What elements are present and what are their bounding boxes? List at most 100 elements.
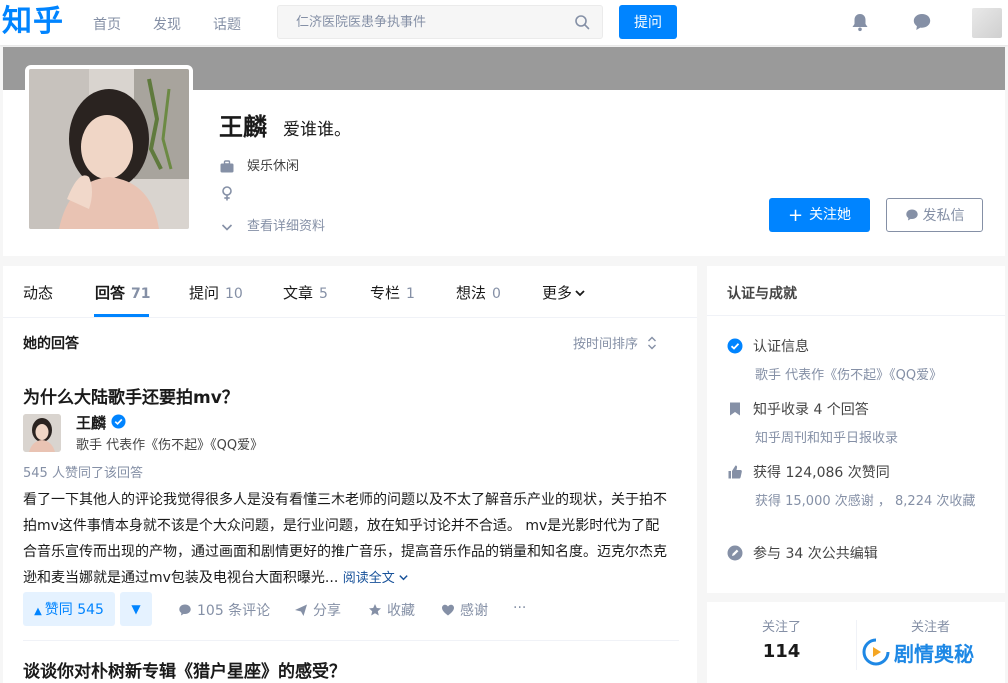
collected-title: 知乎收录 4 个回答 [753, 402, 869, 418]
comment-icon [179, 604, 191, 616]
more-actions-button[interactable]: ··· [513, 600, 526, 616]
following-stat[interactable]: 关注了 114 [707, 602, 856, 683]
achievements-title: 认证与成就 [727, 286, 797, 302]
upvote-label: 赞同 545 [44, 602, 104, 618]
read-more-text: 阅读全文 [342, 571, 395, 586]
nav-home[interactable]: 首页 [93, 14, 121, 34]
message-bubble-icon[interactable] [911, 11, 933, 33]
collect-button[interactable]: 收藏 [368, 600, 415, 620]
message-button[interactable]: 发私信 [886, 198, 983, 232]
thanks-label: 感谢 [460, 603, 488, 619]
verified-detail: 歌手 代表作《伤不起》《QQ爱》 [755, 368, 943, 383]
sort-toggle[interactable]: 按时间排序 [573, 333, 658, 352]
tab-label: 动态 [23, 284, 54, 302]
tab-label: 专栏 [370, 284, 401, 302]
tab-articles[interactable]: 文章 5 [283, 282, 328, 303]
verified-badge-icon [111, 414, 126, 429]
likes-detail: 获得 15,000 次感谢 ， 8,224 次收藏 [755, 494, 976, 509]
nav-topics[interactable]: 话题 [213, 14, 241, 34]
ask-button[interactable]: 提问 [619, 5, 677, 39]
plus-icon: + [787, 205, 804, 226]
likes-title: 获得 124,086 次赞同 [753, 465, 890, 481]
watermark-text: 剧情奥秘 [894, 641, 974, 666]
author-name[interactable]: 王麟 [76, 412, 126, 433]
top-bar: 知乎 首页 发现 话题 提问 [0, 0, 1008, 45]
bookmark-icon [730, 402, 740, 416]
bell-icon[interactable] [849, 11, 871, 33]
share-icon [295, 604, 307, 616]
tab-count: 71 [131, 286, 151, 302]
followers-label: 关注者 [910, 620, 950, 635]
verified-row: 认证信息 [727, 336, 809, 356]
collected-detail: 知乎周刊和知乎日报收录 [755, 431, 899, 446]
chevron-down-icon [221, 223, 233, 231]
follow-button[interactable]: + 关注她 [769, 198, 870, 232]
gender-row [219, 185, 247, 201]
search-input[interactable] [278, 6, 568, 38]
tab-questions[interactable]: 提问 10 [189, 282, 243, 303]
sort-arrows-icon [648, 336, 657, 350]
tab-answers[interactable]: 回答 71 [95, 282, 151, 303]
collected-row: 知乎收录 4 个回答 [727, 399, 869, 419]
nav-discover[interactable]: 发现 [153, 14, 181, 34]
tab-pins[interactable]: 想法 0 [456, 282, 501, 303]
chevron-down-icon [575, 290, 585, 297]
triangle-up-icon: ▲ [34, 606, 42, 617]
divider [23, 640, 679, 641]
chat-icon [905, 209, 918, 221]
following-label: 关注了 [761, 620, 801, 635]
upvote-button[interactable]: ▲ 赞同 545 [23, 592, 115, 626]
user-avatar[interactable] [972, 8, 1002, 38]
watermark: 剧情奥秘 [862, 634, 974, 670]
answers-card: 动态 回答 71 提问 10 文章 5 专栏 1 想法 0 更多 她的回答 按时间排序 为… [3, 266, 697, 683]
verified-badge-icon [727, 338, 743, 354]
votes-summary: 545 人赞同了该回答 [23, 466, 143, 481]
tab-more[interactable]: 更多 [542, 282, 586, 303]
tab-label: 想法 [456, 284, 487, 302]
profile-tabs: 动态 回答 71 提问 10 文章 5 专栏 1 想法 0 更多 [3, 266, 697, 318]
profile-avatar [25, 65, 193, 233]
answer-excerpt[interactable]: 看了一下其他人的评论我觉得很多人是没有看懂三木老师的问题以及不太了解音乐产业的现… [23, 487, 673, 592]
heart-icon [442, 604, 454, 616]
tab-label: 回答 [95, 284, 126, 302]
thanks-button[interactable]: 感谢 [441, 600, 488, 620]
industry-text: 娱乐休闲 [247, 159, 300, 174]
author-photo [23, 414, 61, 452]
zhihu-logo[interactable]: 知乎 [2, 2, 64, 42]
achievements-card: 认证与成就 认证信息 歌手 代表作《伤不起》《QQ爱》 知乎收录 4 个回答 知… [707, 266, 1005, 593]
triangle-down-icon: ▼ [131, 602, 141, 616]
edit-icon [727, 545, 743, 561]
author-avatar[interactable] [23, 414, 61, 452]
sort-label: 按时间排序 [573, 337, 639, 352]
profile-name: 王麟 [219, 113, 267, 141]
view-details-text: 查看详细资料 [247, 219, 326, 234]
read-more-link[interactable]: 阅读全文 [343, 571, 409, 586]
downvote-button[interactable]: ▼ [120, 592, 152, 626]
message-label: 发私信 [922, 208, 965, 224]
likes-row: 获得 124,086 次赞同 [727, 462, 890, 482]
next-question-title[interactable]: 谈谈你对朴树新专辑《猎户星座》的感受？ [23, 657, 346, 682]
profile-headline: 爱谁谁。 [283, 120, 351, 140]
answer-actions: ▲ 赞同 545 ▼ 105 条评论 分享 收藏 感谢 ··· [23, 592, 683, 626]
search-box [277, 5, 603, 39]
author-bio: 歌手 代表作《伤不起》《QQ爱》 [76, 438, 264, 453]
briefcase-icon [220, 159, 234, 172]
tab-count: 0 [492, 286, 501, 302]
industry-row: 娱乐休闲 [219, 155, 299, 175]
comments-button[interactable]: 105 条评论 [178, 600, 270, 620]
answers-heading: 她的回答 [23, 336, 79, 352]
tab-activities[interactable]: 动态 [23, 282, 53, 303]
share-label: 分享 [313, 603, 341, 619]
author-name-text: 王麟 [76, 414, 107, 432]
star-icon [369, 604, 381, 616]
question-title[interactable]: 为什么大陆歌手还要拍mv？ [23, 383, 239, 408]
search-icon[interactable] [574, 14, 590, 30]
tab-columns[interactable]: 专栏 1 [370, 282, 415, 303]
collect-label: 收藏 [387, 603, 415, 619]
play-logo-icon [862, 638, 890, 666]
view-details-link[interactable]: 查看详细资料 [219, 215, 325, 235]
tab-count: 10 [225, 286, 243, 302]
share-button[interactable]: 分享 [294, 600, 341, 620]
verified-title: 认证信息 [753, 339, 809, 355]
tab-label: 文章 [283, 284, 314, 302]
